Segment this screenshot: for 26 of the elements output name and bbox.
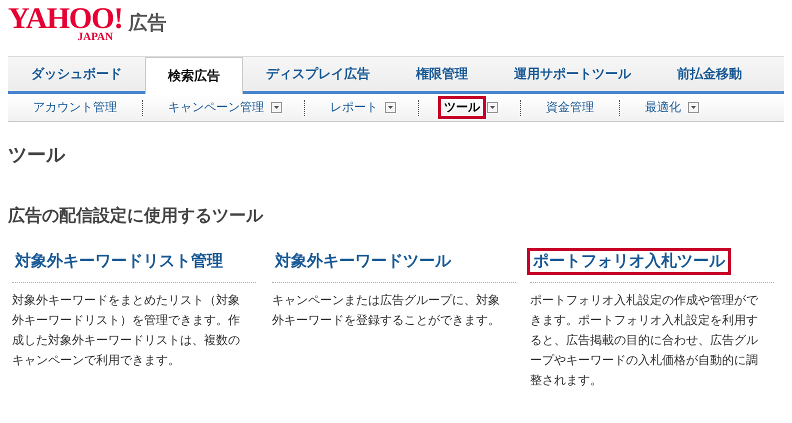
sub-nav-item[interactable]: 最適化 bbox=[642, 99, 684, 116]
dropdown-icon[interactable] bbox=[271, 102, 282, 113]
dropdown-icon[interactable] bbox=[688, 102, 699, 113]
nav-tab[interactable]: 前払金移動 bbox=[654, 57, 765, 91]
logo: YAHOO! JAPAN bbox=[8, 4, 123, 43]
tool-description: ポートフォリオ入札設定の作成や管理ができます。ポートフォリオ入札設定を利用すると、広告掲載の目的に合わせ、広告グループやキーワードの入札価格が自動的に調整されます。 bbox=[530, 292, 760, 389]
sub-nav-item[interactable]: ツール bbox=[441, 99, 483, 116]
tool-link[interactable]: 対象外キーワードツール bbox=[272, 251, 454, 272]
nav-tab[interactable]: 権限管理 bbox=[393, 57, 491, 91]
service-name: 広告 bbox=[128, 11, 167, 36]
section-title: 広告の配信設定に使用するツール bbox=[8, 205, 264, 227]
dropdown-icon[interactable] bbox=[385, 102, 396, 113]
nav-tab[interactable]: ダッシュボード bbox=[8, 57, 145, 91]
tool-description: キャンペーンまたは広告グループに、対象外キーワードを登録することができます。 bbox=[272, 292, 501, 329]
nav-tab[interactable]: 運用サポートツール bbox=[491, 57, 654, 91]
sub-nav-item[interactable]: レポート bbox=[327, 99, 381, 116]
tool-description: 対象外キーワードをまとめたリスト（対象外キーワードリスト）を管理できます。作成した対象外キーワードリストは、複数のキャンペーンで利用できます。 bbox=[12, 292, 241, 369]
tool-link[interactable]: ポートフォリオ入札ツール bbox=[530, 251, 728, 272]
sub-nav-item[interactable]: キャンペーン管理 bbox=[165, 99, 267, 116]
sub-nav-item[interactable]: 資金管理 bbox=[543, 99, 597, 116]
dropdown-icon[interactable] bbox=[487, 102, 498, 113]
nav-tab[interactable]: ディスプレイ広告 bbox=[243, 57, 393, 91]
tool-link[interactable]: 対象外キーワードリスト管理 bbox=[12, 251, 226, 272]
nav-tab[interactable]: 検索広告 bbox=[145, 57, 243, 94]
sub-nav-item[interactable]: アカウント管理 bbox=[30, 99, 120, 116]
page-title: ツール bbox=[8, 143, 66, 168]
